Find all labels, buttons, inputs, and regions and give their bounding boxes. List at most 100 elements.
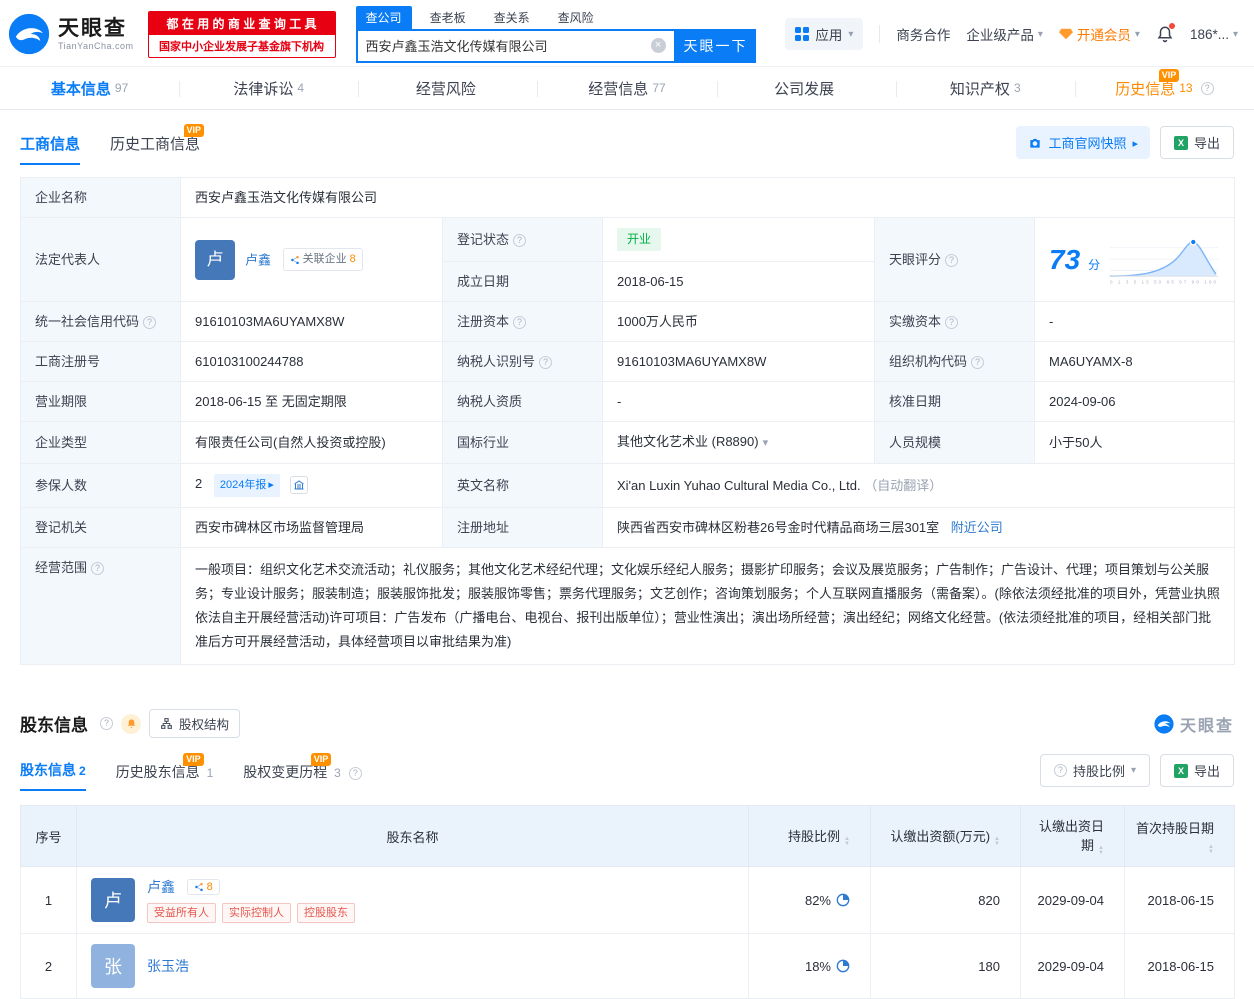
tab-business-info[interactable]: 经营信息 77 [537,67,716,109]
search-input[interactable] [365,38,651,53]
tag-beneficial-owner: 受益所有人 [147,903,216,923]
auto-translate-note: （自动翻译） [864,478,943,493]
tab-company-development[interactable]: 公司发展 [716,67,896,109]
field-label: 企业名称 [20,177,181,218]
nav-vip-upgrade[interactable]: 开通会员 [1058,24,1140,44]
shareholder-avatar[interactable]: 卢 [91,878,135,922]
search-button[interactable]: 天眼一下 [675,28,756,63]
subtab-history-registration[interactable]: 历史工商信息 VIP [110,124,205,165]
help-icon[interactable] [348,767,362,780]
help-icon[interactable] [539,356,553,369]
help-icon[interactable] [971,356,985,369]
subscribe-date-cell: 2029-09-04 [1020,866,1125,934]
search-tab-risk[interactable]: 查风险 [548,6,604,29]
eye-logo-icon [8,13,50,55]
related-companies-badge[interactable]: 关联企业 8 [282,248,363,271]
field-label: 工商注册号 [20,341,181,382]
subtab-equity-changes[interactable]: 股权变更历程 VIP 3 [243,753,362,791]
vip-badge: VIP [183,124,205,137]
score-marker-dot [1189,237,1198,246]
chevron-down-icon[interactable] [763,437,769,449]
shareholder-link[interactable]: 卢鑫 [147,879,175,895]
first-date-cell: 2018-06-15 [1124,933,1235,999]
field-label: 实缴资本 [874,301,1035,342]
reg-status-value: 开业 [602,217,875,262]
notification-bell[interactable] [1156,23,1175,43]
shareholders-table: 序号 股东名称 持股比例 认缴出资额(万元) 认缴出资日期 首次持股日期 1 卢… [20,805,1235,999]
tianyancha-logo[interactable]: 天眼查 TianYanCha.com [8,13,134,55]
export-button[interactable]: 导出 [1159,126,1234,159]
tab-legal-proceedings[interactable]: 法律诉讼 4 [179,67,358,109]
equity-pie-icon[interactable] [836,959,850,973]
vip-diamond-icon [1058,28,1073,40]
tianyancha-watermark: 天眼查 [1154,712,1234,736]
shareholder-avatar[interactable]: 张 [91,944,135,988]
industry-value: 其他文化艺术业 (R8890) [602,421,875,464]
nav-cooperation[interactable]: 商务合作 [896,24,950,44]
logo-subtitle: TianYanCha.com [58,41,134,51]
field-label: 营业期限 [20,381,181,422]
search-tab-boss[interactable]: 查老板 [420,6,476,29]
help-icon[interactable] [945,316,959,329]
ratio-filter-button[interactable]: 持股比例 [1039,754,1150,787]
tab-operation-risk[interactable]: 经营风险 [358,67,537,109]
table-row: 1 卢 卢鑫 8 受益所有人 实际控制人 控股股东 82% 820 2029-0… [20,866,1235,934]
official-snapshot-button[interactable]: 工商官网快照 [1016,126,1150,159]
annual-report-icon[interactable] [289,475,308,494]
help-icon[interactable] [513,316,527,329]
export-button[interactable]: 导出 [1159,754,1234,787]
annual-report-badge[interactable]: 2024年报 [213,474,280,497]
field-label: 纳税人资质 [442,381,603,422]
help-icon[interactable] [100,717,113,730]
row-reg-number: 工商注册号 610103100244788 纳税人识别号 91610103MA6… [20,341,1235,382]
related-companies-badge[interactable]: 8 [186,879,220,895]
chevron-down-icon [848,29,853,40]
monitor-bell-button[interactable] [121,713,141,734]
staff-value: 小于50人 [1034,421,1235,464]
search-tab-relation[interactable]: 查关系 [484,6,540,29]
chevron-down-icon [1233,29,1238,40]
ratio-cell: 82% [748,866,871,934]
scope-value: 一般项目：组织文化艺术交流活动；礼仪服务；其他文化艺术经纪代理；文化娱乐经纪人服… [180,547,1235,665]
subtab-shareholders[interactable]: 股东信息 2 [20,760,86,791]
shareholder-link[interactable]: 张玉浩 [147,956,189,976]
equity-structure-button[interactable]: 股权结构 [149,709,241,738]
subtab-business-registration[interactable]: 工商信息 [20,133,81,165]
sort-icon[interactable] [1098,846,1104,856]
promo-line1: 都 在 用 的 商 业 查 询 工 具 [148,11,335,35]
nearby-companies-link[interactable]: 附近公司 [951,520,1003,535]
tab-history-info[interactable]: 历史信息 VIP 13 [1074,67,1254,109]
sort-icon[interactable] [844,837,850,847]
field-label: 人员规模 [874,421,1035,464]
help-icon[interactable] [1200,81,1214,95]
clear-icon[interactable] [650,38,666,53]
chevron-right-icon [268,476,274,495]
col-subscribed-amount: 认缴出资额(万元) [870,805,1021,867]
subtab-history-shareholders[interactable]: 历史股东信息 VIP 1 [116,753,213,791]
legal-rep-link[interactable]: 卢鑫 [245,253,271,268]
notification-dot [1168,23,1175,29]
excel-icon [1173,763,1188,778]
equity-pie-icon[interactable] [836,893,850,907]
chevron-down-icon [1131,765,1136,776]
legal-rep-avatar[interactable]: 卢 [195,239,235,280]
nav-enterprise[interactable]: 企业级产品 [966,24,1043,44]
first-date-cell: 2018-06-15 [1124,866,1235,934]
field-label: 天眼评分 [874,217,1035,302]
sort-icon[interactable] [994,837,1000,847]
tag-actual-controller: 实际控制人 [222,903,291,923]
amount-cell: 180 [870,933,1021,999]
tab-basic-info[interactable]: 基本信息 97 [0,67,179,109]
search-tab-company[interactable]: 查公司 [355,5,412,29]
promo-line2: 国家中小企业发展子基金旗下机构 [159,40,325,53]
help-icon[interactable] [91,562,105,575]
help-icon[interactable] [945,254,959,267]
apps-menu[interactable]: 应用 [785,18,864,50]
help-icon[interactable] [513,234,527,247]
business-info-table: 企业名称 西安卢鑫玉浩文化传媒有限公司 法定代表人 卢 卢鑫 关联企业 8 登记… [20,177,1235,665]
sort-icon[interactable] [1208,845,1214,855]
search-tabs: 查公司 查老板 查关系 查风险 [355,5,756,29]
help-icon[interactable] [143,316,157,329]
nav-account[interactable]: 186*... [1190,27,1238,42]
tab-intellectual-property[interactable]: 知识产权 3 [895,67,1075,109]
